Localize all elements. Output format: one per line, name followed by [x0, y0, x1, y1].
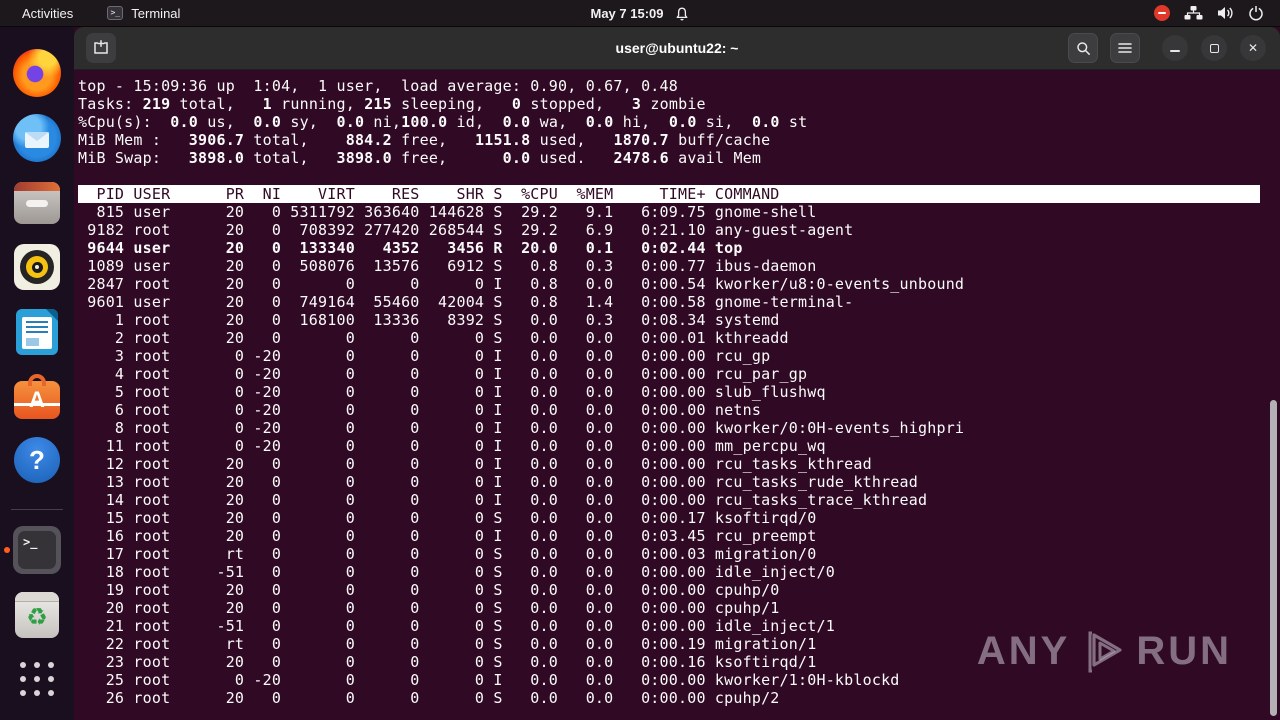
process-row: 12 root 20 0 0 0 0 I 0.0 0.0 0:00.00 rcu…: [78, 455, 872, 473]
close-button[interactable]: ✕: [1240, 35, 1266, 61]
top-summary-line: top - 15:09:36 up 1:04, 1 user, load ave…: [78, 77, 678, 95]
new-tab-button[interactable]: [86, 33, 116, 63]
dock-divider: [11, 509, 63, 511]
dock-item-thunderbird[interactable]: [0, 114, 74, 162]
process-row: 4 root 0 -20 0 0 0 I 0.0 0.0 0:00.00 rcu…: [78, 365, 808, 383]
focused-app-indicator[interactable]: >_ Terminal: [107, 6, 180, 21]
process-row: 1 root 20 0 168100 13336 8392 S 0.0 0.3 …: [78, 311, 780, 329]
dock-item-trash[interactable]: ♻: [0, 591, 74, 638]
menu-button[interactable]: [1110, 33, 1140, 63]
top-bar: Activities >_ Terminal May 7 15:09: [0, 0, 1280, 27]
dock: A ? >_ ♻: [0, 27, 74, 720]
process-row: 9182 root 20 0 708392 277420 268544 S 29…: [78, 221, 854, 239]
hamburger-icon: [1118, 43, 1132, 53]
minimize-button[interactable]: [1162, 35, 1188, 61]
search-button[interactable]: [1068, 33, 1098, 63]
maximize-button[interactable]: [1201, 35, 1227, 61]
activities-button[interactable]: Activities: [16, 4, 79, 23]
process-row: 3 root 0 -20 0 0 0 I 0.0 0.0 0:00.00 rcu…: [78, 347, 771, 365]
terminal-app-icon: >_: [13, 526, 61, 575]
focused-app-name: Terminal: [131, 5, 181, 21]
process-row: 9601 user 20 0 749164 55460 42004 S 0.8 …: [78, 293, 854, 311]
top-summary-line: MiB Mem : 3906.7 total, 884.2 free, 1151…: [78, 131, 771, 149]
watermark-text-left: ANY: [976, 629, 1071, 673]
process-row: 18 root -51 0 0 0 0 S 0.0 0.0 0:00.00 id…: [78, 563, 835, 581]
watermark-text-right: RUN: [1136, 629, 1232, 673]
top-summary-line: MiB Swap: 3898.0 total, 3898.0 free, 0.0…: [78, 149, 762, 167]
help-icon: ?: [14, 437, 60, 484]
volume-icon[interactable]: [1217, 5, 1234, 21]
process-row: 11 root 0 -20 0 0 0 I 0.0 0.0 0:00.00 mm…: [78, 437, 826, 455]
terminal-titlebar[interactable]: user@ubuntu22: ~ ✕: [74, 27, 1280, 70]
libreoffice-writer-icon: [16, 308, 58, 355]
thunderbird-icon: [13, 114, 61, 162]
terminal-scrollbar[interactable]: [1270, 400, 1277, 716]
dock-item-help[interactable]: ?: [0, 437, 74, 484]
anyrun-watermark: ANY RUN: [977, 629, 1232, 674]
process-row: 2 root 20 0 0 0 0 S 0.0 0.0 0:00.01 kthr…: [78, 329, 789, 347]
process-row: 2847 root 20 0 0 0 0 I 0.8 0.0 0:00.54 k…: [78, 275, 965, 293]
terminal-icon: >_: [107, 6, 124, 20]
dock-item-ubuntu-software[interactable]: A: [0, 372, 74, 420]
process-row: 13 root 20 0 0 0 0 I 0.0 0.0 0:00.00 rcu…: [78, 473, 918, 491]
process-row: 19 root 20 0 0 0 0 S 0.0 0.0 0:00.00 cpu…: [78, 581, 780, 599]
rhythmbox-icon: [14, 244, 60, 291]
terminal-output: top - 15:09:36 up 1:04, 1 user, load ave…: [74, 70, 1280, 720]
running-indicator: [4, 547, 10, 554]
process-row: 1089 user 20 0 508076 13576 6912 S 0.8 0…: [78, 257, 817, 275]
process-row: 815 user 20 0 5311792 363640 144628 S 29…: [78, 203, 817, 221]
process-row: 20 root 20 0 0 0 0 S 0.0 0.0 0:00.00 cpu…: [78, 599, 780, 617]
process-row: 16 root 20 0 0 0 0 I 0.0 0.0 0:03.45 rcu…: [78, 527, 817, 545]
ubuntu-software-icon: A: [14, 374, 60, 420]
record-indicator[interactable]: [1154, 5, 1170, 21]
files-icon: [14, 181, 60, 224]
power-icon[interactable]: [1248, 5, 1264, 21]
trash-icon: ♻: [15, 591, 59, 638]
dock-item-rhythmbox[interactable]: [0, 243, 74, 291]
search-icon: [1076, 41, 1090, 55]
dock-item-firefox[interactable]: [0, 49, 74, 97]
process-row: 26 root 20 0 0 0 0 S 0.0 0.0 0:00.00 cpu…: [78, 689, 780, 707]
process-row: 5 root 0 -20 0 0 0 I 0.0 0.0 0:00.00 slu…: [78, 383, 826, 401]
process-table-header: PID USER PR NI VIRT RES SHR S %CPU %MEM …: [78, 185, 1260, 203]
process-row: 9644 user 20 0 133340 4352 3456 R 20.0 0…: [78, 239, 743, 257]
dock-item-app-grid[interactable]: [0, 656, 74, 703]
process-row: 15 root 20 0 0 0 0 S 0.0 0.0 0:00.17 kso…: [78, 509, 817, 527]
top-summary-line: Tasks: 219 total, 1 running, 215 sleepin…: [78, 95, 706, 113]
network-icon[interactable]: [1184, 5, 1203, 21]
dock-item-files[interactable]: [0, 179, 74, 226]
firefox-icon: [13, 49, 61, 97]
anyrun-logo-icon: [1088, 631, 1122, 672]
clock[interactable]: May 7 15:09: [591, 6, 664, 21]
top-summary-line: %Cpu(s): 0.0 us, 0.0 sy, 0.0 ni,100.0 id…: [78, 113, 808, 131]
dock-item-libreoffice-writer[interactable]: [0, 308, 74, 355]
app-grid-icon: [18, 662, 56, 697]
process-row: 17 root rt 0 0 0 0 S 0.0 0.0 0:00.03 mig…: [78, 545, 817, 563]
dock-item-terminal[interactable]: >_: [0, 526, 74, 575]
process-row: 8 root 0 -20 0 0 0 I 0.0 0.0 0:00.00 kwo…: [78, 419, 965, 437]
bell-icon[interactable]: [674, 6, 690, 22]
process-row: 14 root 20 0 0 0 0 I 0.0 0.0 0:00.00 rcu…: [78, 491, 928, 509]
process-row: 6 root 0 -20 0 0 0 I 0.0 0.0 0:00.00 net…: [78, 401, 762, 419]
